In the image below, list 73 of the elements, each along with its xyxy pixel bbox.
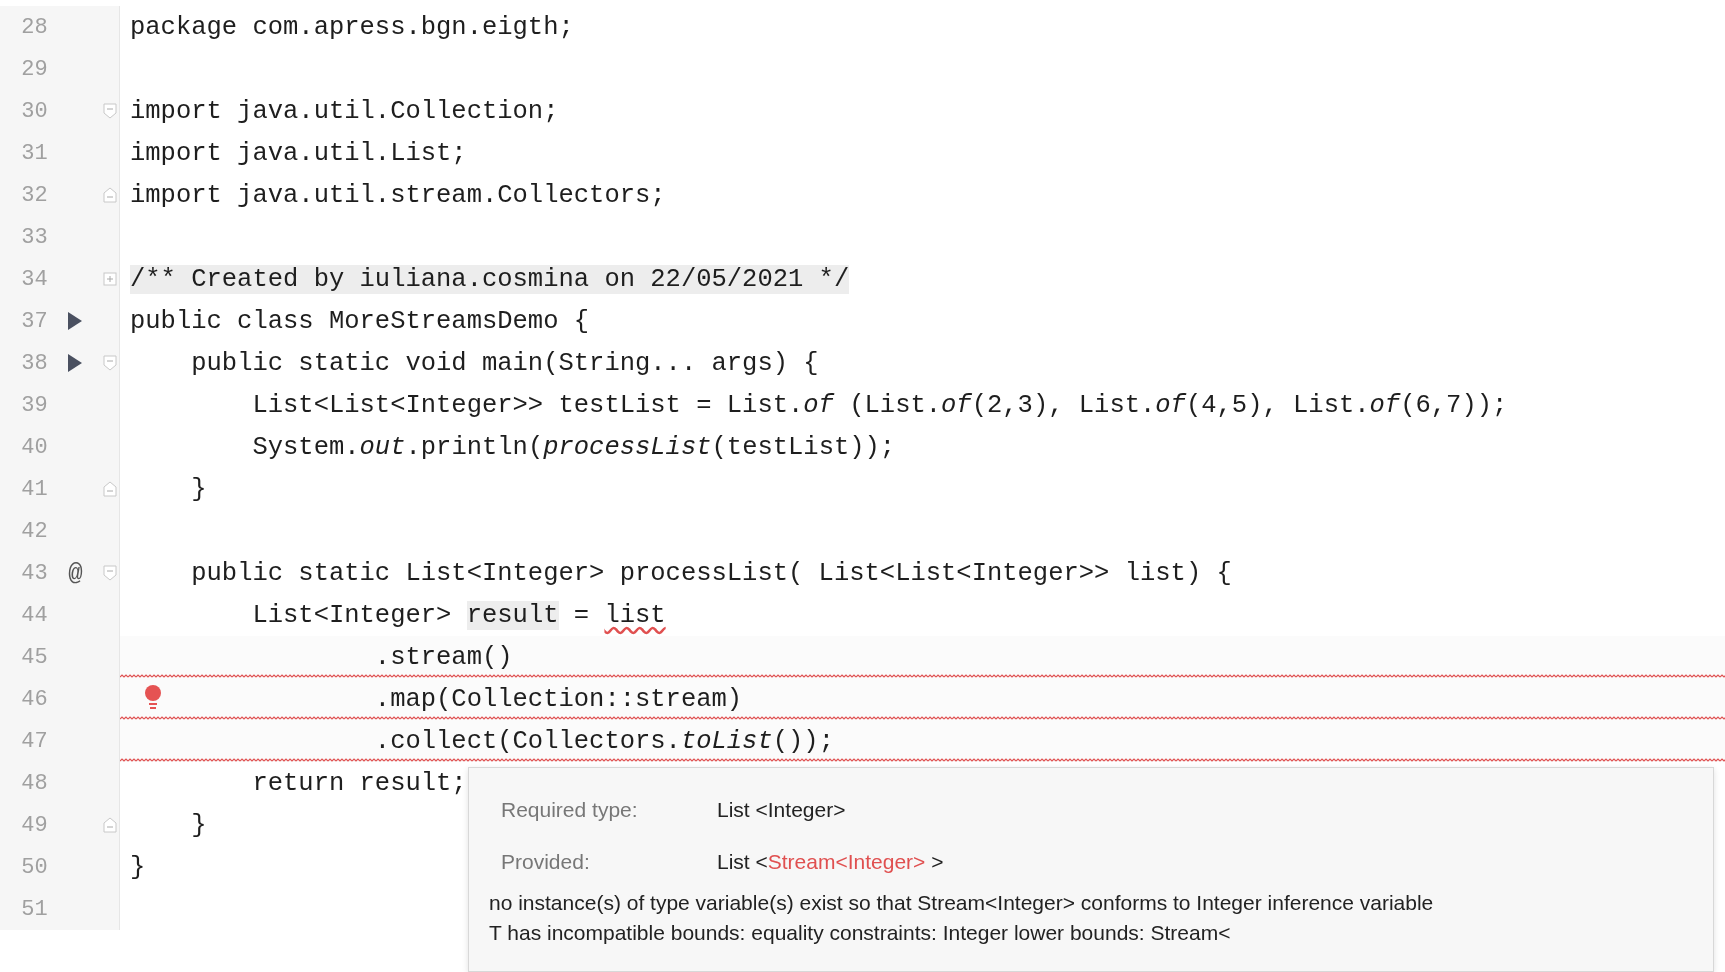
line-number: 29 — [20, 56, 48, 82]
code-text: of — [803, 390, 834, 420]
fold-icon[interactable] — [103, 103, 118, 119]
line-number: 46 — [20, 686, 48, 712]
code-text: (6,7)); — [1400, 390, 1508, 420]
code-text: public static void main(String... args) { — [191, 348, 819, 378]
tooltip-label: Provided: — [501, 850, 591, 874]
line-number: 49 — [20, 812, 48, 838]
code-text: .collect(Collectors. — [374, 726, 681, 756]
code-text: of — [1369, 390, 1401, 420]
line-number: 34 — [20, 266, 48, 292]
line-number: 28 — [20, 14, 48, 40]
code-text: import java.util.Collection; — [130, 96, 559, 126]
line-number: 50 — [20, 854, 48, 880]
fold-icon[interactable] — [103, 817, 118, 833]
fold-icon[interactable] — [103, 565, 118, 581]
code-text: out — [359, 432, 406, 462]
error-message: no instance(s) of type variable(s) exist so that Stream<Integer> conforms to Integer inference variable — [489, 890, 1435, 916]
code-text: } — [191, 474, 207, 504]
line-number: 38 — [20, 350, 48, 376]
line-number: 32 — [20, 182, 48, 208]
code-text: } — [130, 852, 146, 882]
code-text: (2,3), List. — [971, 390, 1156, 420]
type-text: List <Integer> — [717, 798, 846, 822]
code-text: (testList)); — [711, 432, 896, 462]
code-text: of — [1155, 390, 1186, 420]
code-text: = — [573, 600, 591, 630]
line-number: 44 — [20, 602, 48, 628]
code-text: processList — [543, 432, 712, 462]
tooltip-label: Required type: — [501, 798, 639, 822]
line-number: 42 — [20, 518, 48, 544]
line-number: 37 — [20, 308, 48, 334]
line-number: 41 — [20, 476, 48, 502]
fold-icon[interactable] — [103, 481, 118, 497]
code-text: List<Integer> — [252, 600, 453, 630]
code-text: public class MoreStreamsDemo { — [130, 306, 590, 336]
expand-icon[interactable] — [103, 272, 118, 286]
code-text: /** Created by iuliana.cosmina on 22/05/2021 */ — [130, 264, 850, 294]
line-number: 31 — [20, 140, 48, 166]
code-text: } — [191, 810, 207, 840]
code-text: List<List<Integer>> testList = List. — [252, 390, 804, 420]
line-number: 45 — [20, 644, 48, 670]
code-text: toList — [680, 726, 773, 756]
type-text: List <Stream<Integer> > — [717, 850, 944, 874]
code-text: System. — [252, 432, 360, 462]
code-text: ()); — [772, 726, 834, 756]
override-icon[interactable]: @ — [68, 559, 83, 587]
line-number: 30 — [20, 98, 48, 124]
code-text: (List. — [849, 390, 942, 420]
fold-icon[interactable] — [103, 187, 118, 203]
code-text: package com.apress.bgn.eigth; — [130, 12, 574, 42]
code-text: .stream() — [374, 642, 513, 672]
line-number: 40 — [20, 434, 48, 460]
code-text: import java.util.stream.Collectors; — [130, 180, 666, 210]
error-message: T has incompatible bounds: equality constraints: Integer lower bounds: Stream< — [489, 920, 1232, 946]
code-text: public static List<Integer> processList( List<List<Integer>> list) { — [191, 558, 1232, 588]
code-text: import java.util.List; — [130, 138, 467, 168]
fold-icon[interactable] — [103, 355, 118, 371]
line-number: 51 — [20, 896, 48, 922]
line-number: 47 — [20, 728, 48, 754]
bulb-icon[interactable] — [144, 684, 162, 710]
line-number: 33 — [20, 224, 48, 250]
line-number: 48 — [20, 770, 48, 796]
code-text: result — [466, 600, 559, 630]
code-text: of — [941, 390, 972, 420]
line-number: 43 — [20, 560, 48, 586]
code-text: return result; — [252, 768, 467, 798]
run-icon[interactable] — [67, 353, 84, 373]
code-text: .map(Collection::stream) — [374, 684, 743, 714]
code-text: list — [604, 600, 666, 630]
code-text: .println( — [405, 432, 544, 462]
line-number: 39 — [20, 392, 48, 418]
run-icon[interactable] — [67, 311, 84, 331]
